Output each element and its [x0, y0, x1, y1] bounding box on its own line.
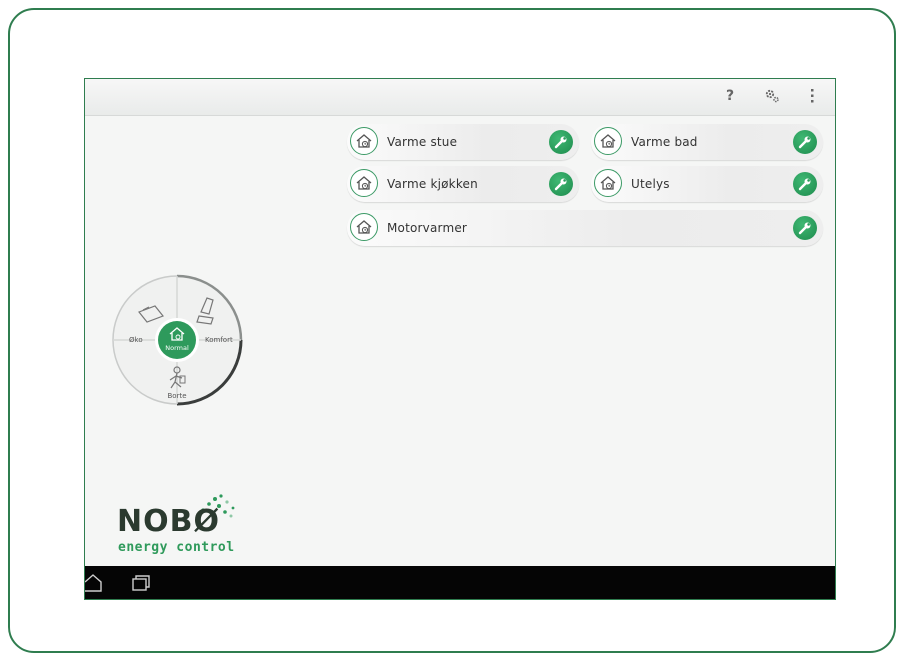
- zone-label: Varme kjøkken: [387, 177, 478, 191]
- zone-label: Motorvarmer: [387, 221, 468, 235]
- zone-utelys[interactable]: Utelys: [591, 166, 823, 202]
- main-content: Varme stue Varme bad Varme kjøkken Utely…: [85, 116, 835, 566]
- comfort-mode-label: Komfort: [205, 336, 233, 344]
- logo-wordmark: NOBØ: [117, 504, 220, 539]
- house-clock-icon: [350, 127, 378, 155]
- wrench-icon[interactable]: [549, 172, 573, 196]
- nobo-logo: NOBØ energy control: [115, 494, 255, 556]
- zone-label: Varme bad: [631, 135, 698, 149]
- recent-apps-icon[interactable]: [131, 574, 151, 592]
- house-clock-icon: [594, 127, 622, 155]
- zone-motorvarmer[interactable]: Motorvarmer: [347, 210, 823, 246]
- logo-tagline: energy control: [118, 540, 235, 555]
- zone-label: Varme stue: [387, 135, 458, 149]
- wrench-icon[interactable]: [793, 216, 817, 240]
- house-clock-icon: [594, 169, 622, 197]
- help-icon[interactable]: ?: [719, 85, 741, 107]
- help-label: ?: [725, 88, 735, 104]
- wrench-icon[interactable]: [793, 130, 817, 154]
- system-nav-bar: [85, 566, 835, 599]
- house-clock-icon: [350, 169, 378, 197]
- zone-label: Utelys: [631, 177, 670, 191]
- zone-varme-kjokken[interactable]: Varme kjøkken: [347, 166, 579, 202]
- zone-varme-bad[interactable]: Varme bad: [591, 124, 823, 160]
- normal-mode-label: Normal: [165, 344, 189, 352]
- house-clock-icon: [350, 213, 378, 241]
- away-mode-label: Borte: [167, 392, 186, 400]
- wrench-icon[interactable]: [549, 130, 573, 154]
- mode-dial: Øko Komfort Borte Normal: [112, 274, 243, 406]
- wrench-icon[interactable]: [793, 172, 817, 196]
- gear-icon[interactable]: [761, 85, 783, 107]
- more-vertical-icon[interactable]: [801, 85, 823, 107]
- home-icon[interactable]: [85, 573, 103, 593]
- normal-mode-option[interactable]: Normal: [155, 318, 199, 362]
- zone-varme-stue[interactable]: Varme stue: [347, 124, 579, 160]
- tablet-screen: ? Varme stue Varme bad Varme kjøkken Ute…: [84, 78, 836, 600]
- action-bar: ?: [85, 79, 835, 116]
- eco-mode-label: Øko: [129, 336, 143, 344]
